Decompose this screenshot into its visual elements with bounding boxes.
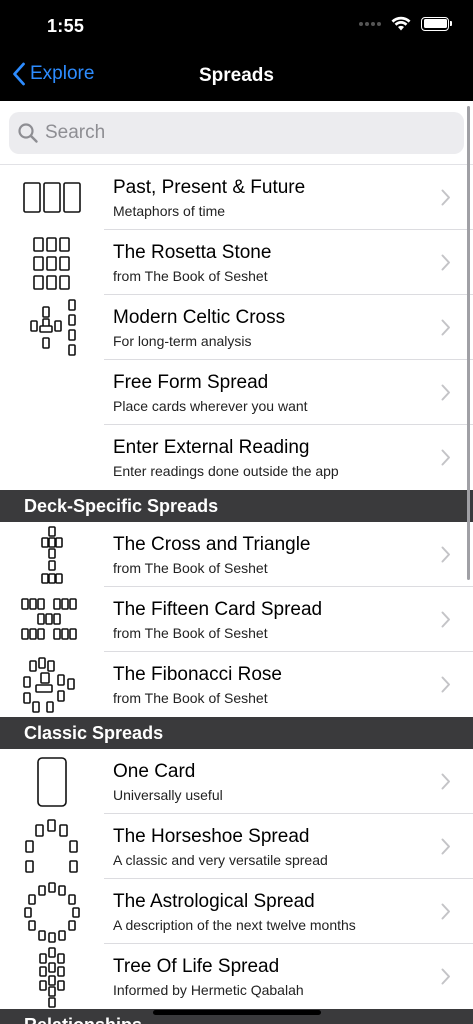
item-subtitle: from The Book of Seshet bbox=[113, 625, 268, 641]
item-subtitle: Place cards wherever you want bbox=[113, 398, 308, 414]
section-header: Deck-Specific Spreads bbox=[0, 490, 473, 522]
search-input[interactable] bbox=[45, 122, 425, 144]
item-subtitle: Enter readings done outside the app bbox=[113, 463, 339, 479]
home-indicator[interactable] bbox=[153, 1010, 321, 1015]
item-title: The Horseshoe Spread bbox=[113, 826, 310, 847]
scroll-indicator[interactable] bbox=[467, 106, 470, 580]
chevron-right-icon bbox=[441, 838, 450, 855]
status-bar: 1:55 bbox=[0, 0, 473, 50]
item-subtitle: Metaphors of time bbox=[113, 203, 226, 219]
navigation-bar: Explore Spreads bbox=[0, 50, 473, 101]
search-icon bbox=[18, 123, 38, 143]
chevron-right-icon bbox=[441, 676, 450, 693]
chevron-right-icon bbox=[441, 903, 450, 920]
cross-and-triangle-spread-icon bbox=[41, 525, 63, 584]
item-subtitle: from The Book of Seshet bbox=[113, 560, 268, 576]
item-subtitle: from The Book of Seshet bbox=[113, 268, 268, 284]
item-title: The Fibonacci Rose bbox=[113, 664, 282, 685]
chevron-right-icon bbox=[441, 773, 450, 790]
celtic-cross-spread-icon bbox=[30, 298, 76, 356]
chevron-right-icon bbox=[441, 449, 450, 466]
list-item[interactable]: The Astrological Spread A description of… bbox=[0, 879, 473, 944]
list-item[interactable]: The Horseshoe Spread A classic and very … bbox=[0, 814, 473, 879]
item-subtitle: A description of the next twelve months bbox=[113, 917, 356, 933]
item-subtitle: Universally useful bbox=[113, 787, 223, 803]
three-card-spread-icon bbox=[23, 181, 81, 213]
item-subtitle: A classic and very versatile spread bbox=[113, 852, 328, 868]
list-item[interactable]: The Cross and Triangle from The Book of … bbox=[0, 522, 473, 587]
item-subtitle: from The Book of Seshet bbox=[113, 690, 268, 706]
chevron-right-icon bbox=[441, 254, 450, 271]
item-title: The Cross and Triangle bbox=[113, 534, 311, 555]
item-title: Modern Celtic Cross bbox=[113, 307, 286, 328]
item-subtitle: For long-term analysis bbox=[113, 333, 252, 349]
item-title: The Rosetta Stone bbox=[113, 242, 272, 263]
astrological-spread-icon bbox=[24, 881, 80, 943]
page-title: Spreads bbox=[199, 65, 274, 86]
rosetta-stone-spread-icon bbox=[33, 236, 70, 290]
tree-of-life-spread-icon bbox=[39, 946, 65, 1008]
spreads-list[interactable]: Past, Present & Future Metaphors of time… bbox=[0, 101, 473, 1024]
wifi-icon bbox=[391, 16, 411, 31]
chevron-right-icon bbox=[441, 968, 450, 985]
list-item[interactable]: Past, Present & Future Metaphors of time bbox=[0, 165, 473, 230]
item-title: Enter External Reading bbox=[113, 437, 310, 458]
item-subtitle: Informed by Hermetic Qabalah bbox=[113, 982, 304, 998]
chevron-right-icon bbox=[441, 546, 450, 563]
list-item[interactable]: Free Form Spread Place cards wherever yo… bbox=[0, 360, 473, 425]
one-card-spread-icon bbox=[37, 756, 67, 807]
chevron-right-icon bbox=[441, 319, 450, 336]
status-time: 1:55 bbox=[47, 16, 85, 36]
list-item[interactable]: Tree Of Life Spread Informed by Hermetic… bbox=[0, 944, 473, 1009]
status-icons bbox=[359, 16, 452, 31]
cellular-signal-icon bbox=[359, 21, 381, 26]
chevron-right-icon bbox=[441, 384, 450, 401]
chevron-right-icon bbox=[441, 611, 450, 628]
list-item[interactable]: Modern Celtic Cross For long-term analys… bbox=[0, 295, 473, 360]
item-title: Free Form Spread bbox=[113, 372, 269, 393]
battery-icon bbox=[421, 16, 452, 31]
item-title: Tree Of Life Spread bbox=[113, 956, 280, 977]
item-title: The Fifteen Card Spread bbox=[113, 599, 323, 620]
fifteen-card-spread-icon bbox=[21, 597, 77, 640]
list-item[interactable]: The Fifteen Card Spread from The Book of… bbox=[0, 587, 473, 652]
item-title: One Card bbox=[113, 761, 196, 782]
fibonacci-rose-spread-icon bbox=[23, 656, 75, 713]
list-item[interactable]: The Fibonacci Rose from The Book of Sesh… bbox=[0, 652, 473, 717]
list-item[interactable]: Enter External Reading Enter readings do… bbox=[0, 425, 473, 490]
search-field[interactable] bbox=[9, 112, 464, 154]
search-bar bbox=[0, 101, 473, 165]
item-title: Past, Present & Future bbox=[113, 177, 306, 198]
list-item[interactable]: One Card Universally useful bbox=[0, 749, 473, 814]
section-header: Classic Spreads bbox=[0, 717, 473, 749]
list-item[interactable]: The Rosetta Stone from The Book of Seshe… bbox=[0, 230, 473, 295]
horseshoe-spread-icon bbox=[25, 818, 78, 873]
chevron-right-icon bbox=[441, 189, 450, 206]
item-title: The Astrological Spread bbox=[113, 891, 315, 912]
